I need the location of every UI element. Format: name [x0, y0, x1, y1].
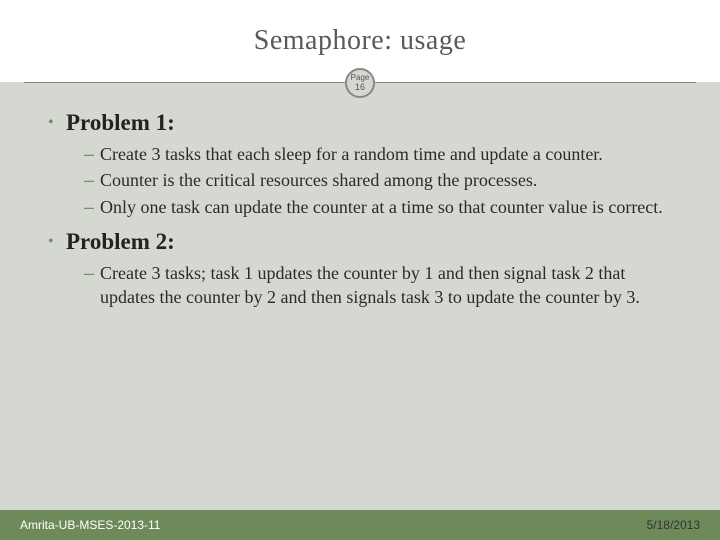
slide-footer: Amrita-UB-MSES-2013-11 5/18/2013: [0, 510, 720, 540]
footer-date: 5/18/2013: [647, 518, 700, 532]
sub-list-item: Counter is the critical resources shared…: [84, 168, 682, 192]
footer-left: Amrita-UB-MSES-2013-11: [20, 518, 160, 532]
sub-list-item: Create 3 tasks that each sleep for a ran…: [84, 142, 682, 166]
list-item: Problem 2: Create 3 tasks; task 1 update…: [48, 229, 682, 310]
slide: Semaphore: usage Page 16 Problem 1: Crea…: [0, 0, 720, 540]
bullet-list: Problem 1: Create 3 tasks that each slee…: [48, 110, 682, 309]
page-label: Page: [351, 74, 370, 82]
problem-heading: Problem 1:: [66, 110, 682, 136]
list-item: Problem 1: Create 3 tasks that each slee…: [48, 110, 682, 219]
problem-heading: Problem 2:: [66, 229, 682, 255]
sub-list-item: Only one task can update the counter at …: [84, 195, 682, 219]
sub-list: Create 3 tasks that each sleep for a ran…: [66, 142, 682, 219]
sub-list: Create 3 tasks; task 1 updates the count…: [66, 261, 682, 310]
sub-list-item: Create 3 tasks; task 1 updates the count…: [84, 261, 682, 310]
page-number: 16: [355, 83, 365, 92]
slide-title: Semaphore: usage: [254, 25, 467, 57]
page-badge: Page 16: [345, 68, 375, 98]
slide-body: Problem 1: Create 3 tasks that each slee…: [0, 82, 720, 510]
